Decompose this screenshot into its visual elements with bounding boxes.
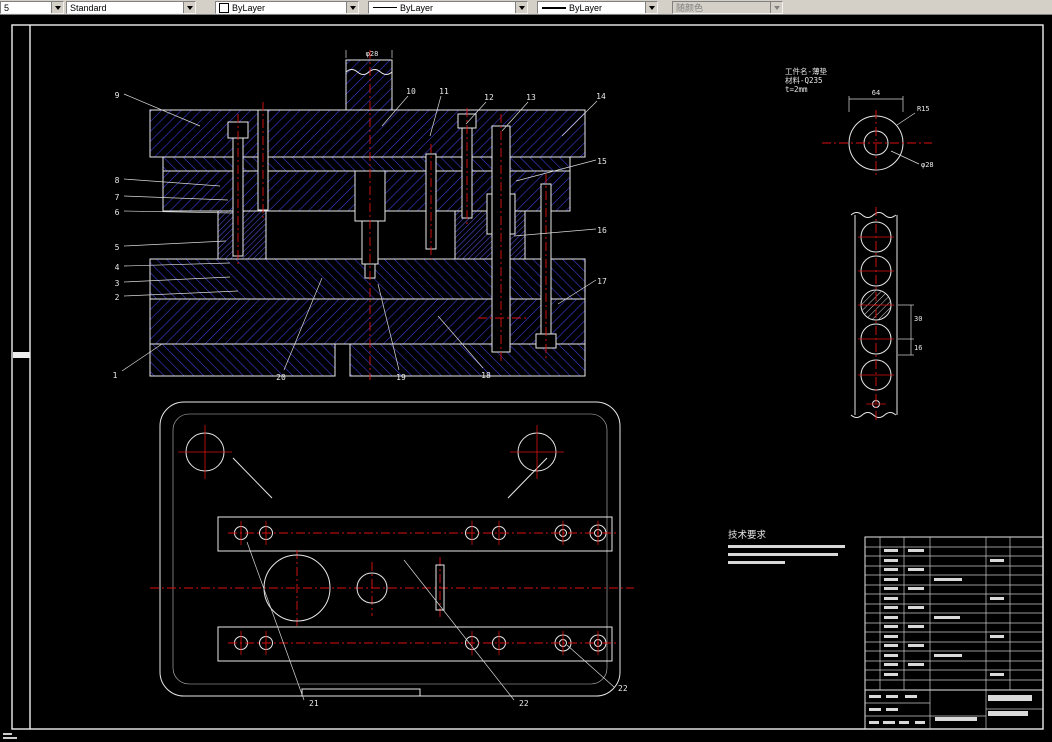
- arrow-down-icon: [186, 5, 193, 10]
- balloon-16[interactable]: 16: [597, 226, 607, 235]
- balloon-2[interactable]: 2: [115, 293, 120, 302]
- dropdown-arrow-icon[interactable]: [645, 2, 657, 13]
- lineweight-sample-icon: [542, 6, 566, 9]
- color-value: ByLayer: [232, 2, 266, 13]
- arrow-down-icon: [773, 5, 780, 10]
- workpiece-thickness-text[interactable]: t=2mm: [785, 85, 808, 94]
- lineweight-control-combo[interactable]: ByLayer: [537, 1, 658, 14]
- balloon-22[interactable]: 22: [519, 699, 529, 708]
- balloon-3[interactable]: 3: [115, 279, 120, 288]
- workpiece-material-text[interactable]: 材料-Q235: [785, 75, 823, 85]
- color-swatch-icon: [219, 2, 229, 13]
- tech-requirements[interactable]: 技术要求: [728, 529, 845, 564]
- balloon-19[interactable]: 19: [396, 373, 406, 382]
- dropdown-arrow-icon: [770, 2, 782, 13]
- title-block[interactable]: [864, 536, 1044, 730]
- dim-shank-diameter[interactable]: φ28: [366, 50, 379, 58]
- cad-application-window: 5 Standard ByLayer ByLayer ByLayer 随颜色 φ…: [0, 0, 1052, 742]
- balloon-13[interactable]: 13: [526, 93, 536, 102]
- dim-style-combo[interactable]: 5: [0, 1, 64, 14]
- balloon-17[interactable]: 17: [597, 277, 607, 286]
- workpiece-view[interactable]: 工件名-薄垫 材料-Q235 t=2mm 64 R15 φ28: [785, 66, 934, 178]
- linetype-value: ByLayer: [400, 2, 434, 13]
- dim-strip-pitch[interactable]: 30: [914, 315, 922, 323]
- arrow-down-icon: [518, 5, 525, 10]
- balloon-11[interactable]: 11: [439, 87, 449, 96]
- linetype-sample-icon: [373, 7, 397, 8]
- plan-view[interactable]: 21 22 22: [150, 401, 634, 708]
- balloon-14[interactable]: 14: [596, 92, 606, 101]
- balloon-9[interactable]: 9: [115, 91, 120, 100]
- plot-style-value: 随颜色: [673, 2, 770, 13]
- balloon-12[interactable]: 12: [484, 93, 494, 102]
- balloon-22b[interactable]: 22: [618, 684, 628, 693]
- dim-hole-diameter[interactable]: φ28: [921, 161, 934, 169]
- arrow-down-icon: [648, 5, 655, 10]
- balloon-20[interactable]: 20: [276, 373, 286, 382]
- lineweight-value: ByLayer: [569, 2, 603, 13]
- tech-req-title[interactable]: 技术要求: [728, 529, 767, 541]
- drawing-canvas[interactable]: φ28 9 8 7 6 5 4 3 2 1 10 11 12 13 14 15 …: [0, 14, 1052, 742]
- properties-toolbar: 5 Standard ByLayer ByLayer ByLayer 随颜色: [0, 0, 1052, 15]
- linetype-control-combo[interactable]: ByLayer: [368, 1, 528, 14]
- balloon-10[interactable]: 10: [406, 87, 416, 96]
- balloon-15[interactable]: 15: [597, 157, 607, 166]
- text-style-value: Standard: [70, 2, 107, 13]
- dropdown-arrow-icon[interactable]: [515, 2, 527, 13]
- strip-layout-view[interactable]: 30 16: [850, 207, 922, 422]
- arrow-down-icon: [349, 5, 356, 10]
- plot-style-combo: 随颜色: [672, 1, 783, 14]
- dim-width-64[interactable]: 64: [872, 89, 880, 97]
- dim-style-value: 5: [4, 2, 10, 13]
- dropdown-arrow-icon[interactable]: [51, 2, 63, 13]
- balloon-8[interactable]: 8: [115, 176, 120, 185]
- balloon-6[interactable]: 6: [115, 208, 120, 217]
- balloon-18[interactable]: 18: [481, 371, 491, 380]
- color-control-combo[interactable]: ByLayer: [215, 1, 359, 14]
- text-style-combo[interactable]: Standard: [66, 1, 196, 14]
- arrow-down-icon: [54, 5, 61, 10]
- balloon-5[interactable]: 5: [115, 243, 120, 252]
- model-space-canvas[interactable]: φ28 9 8 7 6 5 4 3 2 1 10 11 12 13 14 15 …: [0, 14, 1052, 742]
- balloon-7[interactable]: 7: [115, 193, 120, 202]
- section-view[interactable]: φ28 9 8 7 6 5 4 3 2 1 10 11 12 13 14 15 …: [113, 50, 607, 382]
- dropdown-arrow-icon[interactable]: [346, 2, 358, 13]
- balloon-4[interactable]: 4: [115, 263, 120, 272]
- dim-strip-margin[interactable]: 16: [914, 344, 922, 352]
- dim-radius[interactable]: R15: [917, 105, 930, 113]
- balloon-21[interactable]: 21: [309, 699, 319, 708]
- balloon-1[interactable]: 1: [113, 371, 118, 380]
- dropdown-arrow-icon[interactable]: [183, 2, 195, 13]
- workpiece-name-text[interactable]: 工件名-薄垫: [785, 66, 828, 76]
- command-line-fragment: [3, 733, 17, 739]
